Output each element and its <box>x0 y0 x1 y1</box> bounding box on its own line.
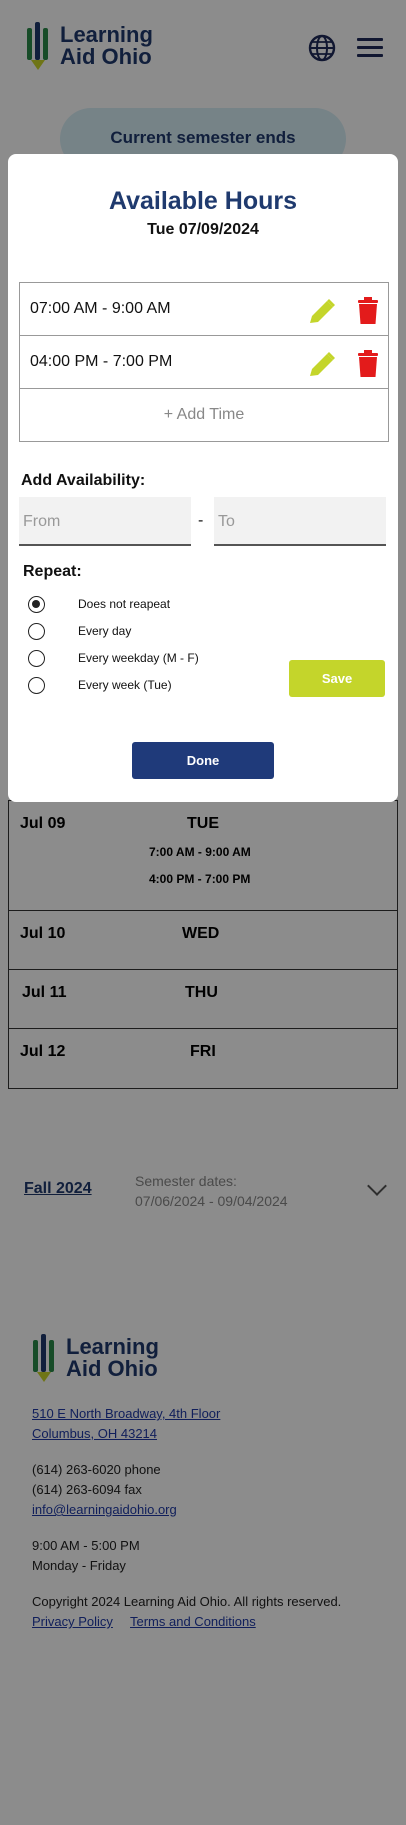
time-slot: 07:00 AM - 9:00 AM <box>20 283 388 336</box>
time-slot: 04:00 PM - 7:00 PM <box>20 336 388 389</box>
repeat-option-weekly[interactable]: Every week (Tue) <box>28 676 172 694</box>
time-slot-label: 07:00 AM - 9:00 AM <box>30 300 171 317</box>
pencil-edit-icon[interactable] <box>308 297 338 325</box>
modal-title: Available Hours <box>108 187 298 215</box>
repeat-option-label: Every day <box>78 624 132 638</box>
range-separator: - <box>198 512 204 529</box>
repeat-option-label: Does not reapeat <box>78 597 171 611</box>
time-slot-label: 04:00 PM - 7:00 PM <box>30 353 173 370</box>
trash-delete-icon[interactable] <box>356 350 380 378</box>
radio-selected[interactable] <box>28 595 45 613</box>
repeat-option-weekday[interactable]: Every weekday (M - F) <box>28 649 199 667</box>
available-hours-modal: Available Hours Tue 07/09/2024 07:00 AM … <box>8 154 398 802</box>
repeat-option-label: Every week (Tue) <box>78 678 172 692</box>
radio-unselected[interactable] <box>28 622 45 640</box>
repeat-option-every-day[interactable]: Every day <box>28 622 131 640</box>
from-time-input[interactable]: From <box>19 497 191 546</box>
pencil-edit-icon[interactable] <box>308 350 338 378</box>
radio-unselected[interactable] <box>28 649 45 667</box>
trash-delete-icon[interactable] <box>356 297 380 325</box>
radio-unselected[interactable] <box>28 676 45 694</box>
repeat-option-label: Every weekday (M - F) <box>78 651 199 665</box>
done-button[interactable]: Done <box>132 742 274 779</box>
repeat-option-none[interactable]: Does not reapeat <box>28 595 170 613</box>
add-availability-label: Add Availability: <box>21 472 146 489</box>
modal-date: Tue 07/09/2024 <box>147 221 259 238</box>
add-time-button[interactable]: + Add Time <box>20 389 388 441</box>
save-button[interactable]: Save <box>289 660 385 697</box>
to-time-input[interactable]: To <box>214 497 386 546</box>
repeat-label: Repeat: <box>23 563 82 580</box>
time-slot-list: 07:00 AM - 9:00 AM 04:00 PM - 7:00 PM + … <box>19 282 389 442</box>
